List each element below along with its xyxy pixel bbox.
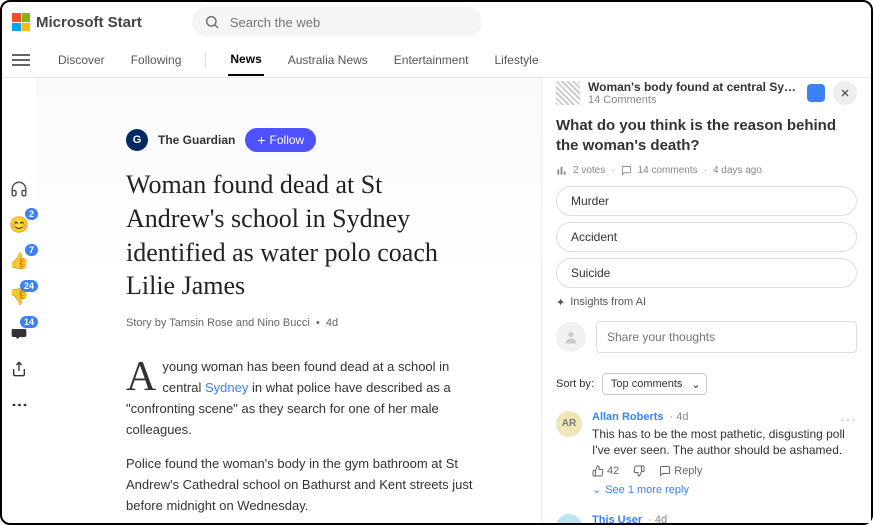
nav-lifestyle[interactable]: Lifestyle (493, 45, 541, 75)
nav-australia-news[interactable]: Australia News (286, 45, 370, 75)
ai-insights-link[interactable]: ✦Insights from AI (556, 296, 857, 309)
search-input[interactable] (230, 15, 470, 30)
poll-option-accident[interactable]: Accident (556, 222, 857, 252)
header: Microsoft Start (2, 2, 871, 42)
comment-more-icon[interactable]: ··· (840, 411, 857, 427)
close-button[interactable] (833, 81, 857, 105)
reaction-rail: 😊2 👍7 👎24 14 ⋮ (2, 78, 36, 523)
user-avatar (556, 322, 586, 352)
like-badge: 2 (25, 208, 38, 220)
poll-question: What do you think is the reason behind t… (556, 116, 857, 157)
poll-option-suicide[interactable]: Suicide (556, 258, 857, 288)
thumbsdown-badge: 24 (20, 280, 38, 292)
microsoft-logo-icon (12, 13, 30, 31)
nav-discover[interactable]: Discover (56, 45, 107, 75)
share-input[interactable] (607, 330, 846, 344)
poll-option-murder[interactable]: Murder (556, 186, 857, 216)
dislike-action[interactable] (633, 465, 645, 477)
rail-like[interactable]: 😊2 (8, 214, 30, 236)
sidebar-subtitle: 14 Comments (588, 94, 799, 106)
comment: AR Allan Roberts · 4d This has to be the … (556, 411, 857, 497)
nav-news[interactable]: News (228, 44, 263, 76)
sidebar-title: Woman's body found at central Sydney sch… (588, 80, 799, 94)
story-thumb (556, 81, 580, 105)
menu-icon[interactable] (12, 54, 30, 66)
rail-more[interactable]: ⋮ (8, 394, 30, 416)
rail-thumbs-up[interactable]: 👍7 (8, 250, 30, 272)
brand-name: Microsoft Start (36, 14, 142, 31)
follow-button[interactable]: +Follow (245, 128, 316, 152)
source-avatar: G (126, 129, 148, 151)
rail-share[interactable] (8, 358, 30, 380)
see-more-link[interactable]: ⌄ See 1 more reply (592, 483, 857, 496)
comment-text: This has to be the most pathetic, disgus… (592, 426, 857, 460)
rail-thumbs-down[interactable]: 👎24 (8, 286, 30, 308)
nav-bar: Discover Following News Australia News E… (2, 42, 871, 78)
nav-divider (205, 52, 206, 68)
nav-entertainment[interactable]: Entertainment (392, 45, 471, 75)
nav-following[interactable]: Following (129, 45, 184, 75)
rail-headphones[interactable] (8, 178, 30, 200)
article-headline: Woman found dead at St Andrew's school i… (126, 168, 486, 303)
sydney-link[interactable]: Sydney (205, 380, 248, 395)
sort-select[interactable]: Top comments⌄ (602, 373, 708, 395)
source-name[interactable]: The Guardian (158, 133, 235, 147)
like-action[interactable]: 42 (592, 465, 619, 477)
share-input-wrap[interactable] (596, 321, 857, 353)
comment-more-icon[interactable]: ··· (840, 514, 857, 523)
comments-sidebar: Woman's body found at central Sydney sch… (541, 78, 871, 523)
sort-label: Sort by: (556, 378, 594, 390)
article-main: G The Guardian +Follow Woman found dead … (36, 78, 541, 523)
article-byline: Story by Tamsin Rose and Nino Bucci • 4d (126, 317, 511, 329)
search-icon (204, 14, 220, 30)
reply-action[interactable]: Reply (659, 465, 702, 477)
comment-author[interactable]: This User (592, 514, 642, 523)
comments-badge: 14 (20, 316, 38, 328)
comment-author[interactable]: Allan Roberts (592, 411, 664, 423)
dropcap: A (126, 357, 162, 396)
comment-avatar: AR (556, 411, 582, 437)
shield-icon (807, 84, 825, 102)
article-body: Ayoung woman has been found dead at a sc… (126, 357, 486, 517)
rail-comments[interactable]: 14 (8, 322, 30, 344)
poll-meta: 2 votes · 14 comments · 4 days ago (556, 165, 857, 176)
thumbsup-badge: 7 (25, 244, 38, 256)
comment-time: · 4d (670, 411, 689, 423)
comment-time: · 4d (648, 514, 667, 523)
comment: TU This User· 4d nice to know we can tak… (556, 514, 857, 523)
comment-avatar: TU (556, 514, 582, 523)
search-box[interactable] (192, 7, 482, 37)
